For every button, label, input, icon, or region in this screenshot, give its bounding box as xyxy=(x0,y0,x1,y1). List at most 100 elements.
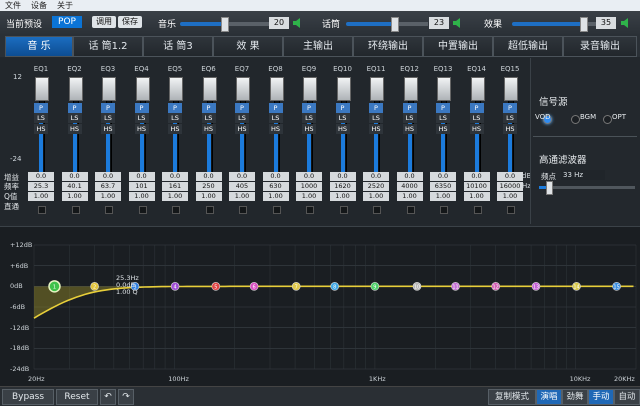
low-shelf-toggle[interactable]: LS xyxy=(268,113,283,123)
peak-toggle[interactable]: P xyxy=(201,103,216,113)
eq-gain-slider[interactable] xyxy=(336,77,351,101)
eq-q-value[interactable]: 1.00 xyxy=(162,192,188,201)
tab-center-output[interactable]: 中置输出 xyxy=(423,36,493,57)
eq-gain-value[interactable]: 0.0 xyxy=(497,172,523,181)
high-shelf-toggle[interactable]: HS xyxy=(369,124,383,134)
eq-bypass-checkbox[interactable] xyxy=(138,206,147,214)
highpass-freq-value[interactable]: 33 Hz xyxy=(561,170,605,180)
low-shelf-toggle[interactable]: LS xyxy=(168,113,182,123)
eq-gain-value[interactable]: 0.0 xyxy=(262,172,289,181)
eq-freq-value[interactable]: 63.7 xyxy=(95,182,121,191)
eq-bypass-checkbox[interactable] xyxy=(306,206,314,214)
eq-curve-canvas[interactable]: 1 2 3 4 5 6 7 8 9 10 11 12 13 14 15 xyxy=(0,227,640,387)
redo-icon[interactable]: ↷ xyxy=(118,389,134,405)
opt-radio[interactable] xyxy=(603,115,612,124)
eq-gain-slider[interactable] xyxy=(169,77,183,101)
eq-freq-value[interactable]: 40.1 xyxy=(61,182,88,191)
eq-bypass-checkbox[interactable] xyxy=(205,206,214,214)
high-shelf-toggle[interactable]: HS xyxy=(402,124,417,134)
eq-freq-value[interactable]: 250 xyxy=(195,182,222,191)
eq-gain-value[interactable]: 0.0 xyxy=(28,172,54,181)
high-shelf-toggle[interactable]: HS xyxy=(469,124,484,134)
eq-q-value[interactable]: 1.00 xyxy=(296,192,322,201)
high-shelf-toggle[interactable]: HS xyxy=(168,124,182,134)
peak-toggle[interactable]: P xyxy=(302,103,316,113)
tab-effect[interactable]: 效 果 xyxy=(213,36,283,57)
eq-q-value[interactable]: 1.00 xyxy=(128,192,155,201)
eq-q-value[interactable]: 1.00 xyxy=(61,192,88,201)
high-shelf-toggle[interactable]: HS xyxy=(134,124,149,134)
eq-gain-value[interactable]: 0.0 xyxy=(363,172,389,181)
effect-volume-slider[interactable] xyxy=(580,17,588,32)
speaker-icon[interactable] xyxy=(620,17,630,29)
eq-gain-slider[interactable] xyxy=(202,77,217,101)
mode-auto-button[interactable]: 自动 xyxy=(614,389,640,405)
eq-gain-slider[interactable] xyxy=(102,77,116,101)
eq-freq-value[interactable]: 161 xyxy=(162,182,188,191)
high-shelf-toggle[interactable]: HS xyxy=(101,124,115,134)
high-shelf-toggle[interactable]: HS xyxy=(268,124,283,134)
eq-freq-value[interactable]: 1000 xyxy=(296,182,322,191)
high-shelf-toggle[interactable]: HS xyxy=(34,124,48,134)
eq-bypass-checkbox[interactable] xyxy=(339,206,348,214)
mode-dance-button[interactable]: 劲舞 xyxy=(562,389,588,405)
peak-toggle[interactable]: P xyxy=(436,103,450,113)
copy-mode-button[interactable]: 复制模式 xyxy=(488,389,536,405)
peak-toggle[interactable]: P xyxy=(67,103,82,113)
tab-surround-output[interactable]: 环绕输出 xyxy=(353,36,423,57)
preset-name[interactable]: POP xyxy=(52,16,82,28)
bypass-button[interactable]: Bypass xyxy=(2,389,54,405)
low-shelf-toggle[interactable]: LS xyxy=(67,113,82,123)
eq-bypass-checkbox[interactable] xyxy=(172,206,180,214)
low-shelf-toggle[interactable]: LS xyxy=(34,113,48,123)
eq-bypass-checkbox[interactable] xyxy=(105,206,113,214)
tab-music[interactable]: 音 乐 xyxy=(5,36,73,57)
peak-toggle[interactable]: P xyxy=(235,103,249,113)
eq-curve-graph[interactable]: 1 2 3 4 5 6 7 8 9 10 11 12 13 14 15 +12dB +6dB 0dB -6dB -1… xyxy=(0,226,640,387)
low-shelf-toggle[interactable]: LS xyxy=(503,113,517,123)
low-shelf-toggle[interactable]: LS xyxy=(235,113,249,123)
eq-gain-slider[interactable] xyxy=(504,77,518,101)
peak-toggle[interactable]: P xyxy=(101,103,115,113)
peak-toggle[interactable]: P xyxy=(503,103,517,113)
mode-manual-button[interactable]: 手动 xyxy=(588,389,614,405)
tab-mic-3[interactable]: 话 筒3 xyxy=(143,36,213,57)
low-shelf-toggle[interactable]: LS xyxy=(402,113,417,123)
eq-q-value[interactable]: 1.00 xyxy=(262,192,289,201)
high-shelf-toggle[interactable]: HS xyxy=(302,124,316,134)
peak-toggle[interactable]: P xyxy=(402,103,417,113)
undo-icon[interactable]: ↶ xyxy=(100,389,116,405)
peak-toggle[interactable]: P xyxy=(369,103,383,113)
eq-bypass-checkbox[interactable] xyxy=(272,206,281,214)
tab-sub-output[interactable]: 超低输出 xyxy=(493,36,563,57)
eq-gain-value[interactable]: 0.0 xyxy=(229,172,255,181)
eq-q-value[interactable]: 1.00 xyxy=(229,192,255,201)
reset-button[interactable]: Reset xyxy=(56,389,98,405)
speaker-icon[interactable] xyxy=(292,17,302,29)
eq-freq-value[interactable]: 4000 xyxy=(396,182,423,191)
menu-file[interactable]: 文件 xyxy=(5,0,21,11)
eq-gain-value[interactable]: 0.0 xyxy=(296,172,322,181)
eq-gain-value[interactable]: 0.0 xyxy=(430,172,456,181)
peak-toggle[interactable]: P xyxy=(168,103,182,113)
eq-bypass-checkbox[interactable] xyxy=(373,206,381,214)
eq-q-value[interactable]: 1.00 xyxy=(430,192,456,201)
peak-toggle[interactable]: P xyxy=(469,103,484,113)
low-shelf-toggle[interactable]: LS xyxy=(335,113,350,123)
eq-q-value[interactable]: 1.00 xyxy=(329,192,356,201)
effect-volume-value[interactable]: 35 xyxy=(596,17,616,29)
tab-record-output[interactable]: 录音输出 xyxy=(563,36,637,57)
high-shelf-toggle[interactable]: HS xyxy=(436,124,450,134)
menu-device[interactable]: 设备 xyxy=(31,0,47,11)
save-preset-button[interactable]: 保存 xyxy=(118,16,142,28)
tab-mic-1-2[interactable]: 话 筒1.2 xyxy=(73,36,143,57)
eq-freq-value[interactable]: 1620 xyxy=(329,182,356,191)
eq-freq-value[interactable]: 405 xyxy=(229,182,255,191)
music-volume-slider[interactable] xyxy=(221,17,229,32)
eq-gain-slider[interactable] xyxy=(135,77,150,101)
eq-gain-slider[interactable] xyxy=(370,77,384,101)
eq-q-value[interactable]: 1.00 xyxy=(396,192,423,201)
eq-freq-value[interactable]: 101 xyxy=(128,182,155,191)
eq-bypass-checkbox[interactable] xyxy=(440,206,448,214)
load-preset-button[interactable]: 调用 xyxy=(92,16,116,28)
